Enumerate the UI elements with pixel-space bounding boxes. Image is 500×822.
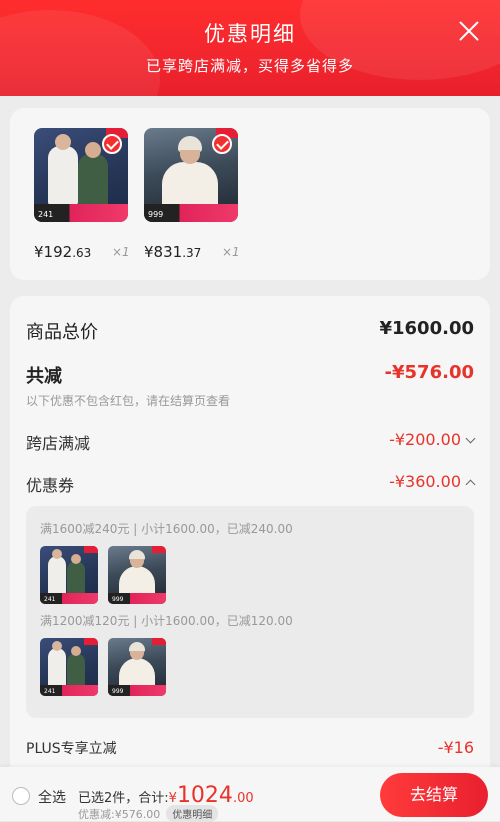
discount-summary-card: 商品总价 ¥1600.00 共减 -¥576.00 以下优惠不包含红包，请在结算…: [10, 296, 490, 816]
product-image-1[interactable]: 241: [34, 128, 128, 222]
promo-tag: [84, 546, 98, 553]
coupon-1-product-2: 999: [108, 546, 166, 604]
plus-label: PLUS专享立减: [26, 741, 117, 757]
checkout-bar: 全选 已选2件，合计:¥1024.00 优惠减:¥576.00 优惠明细 去结算: [0, 767, 500, 822]
product-image-2[interactable]: 999: [144, 128, 238, 222]
coupon-1-product-1: 241: [40, 546, 98, 604]
chevron-up-icon: [465, 479, 476, 490]
product-price-2: ¥831.37: [144, 243, 202, 261]
coupon-2-product-2: 999: [108, 638, 166, 696]
product-price-1: ¥192.63: [34, 243, 92, 261]
coupon-label: 优惠券: [26, 476, 75, 495]
promo-tag: [84, 638, 98, 645]
discount-detail-pill[interactable]: 优惠明细: [166, 805, 219, 822]
thumb-price: 241: [38, 210, 54, 219]
check-icon[interactable]: [212, 134, 232, 154]
reduce-label: 共减: [26, 366, 62, 387]
coupon-2-product-1: 241: [40, 638, 98, 696]
page-title: 优惠明细: [204, 22, 296, 46]
plus-value: -¥16: [437, 738, 474, 757]
savings-info: 优惠减:¥576.00 优惠明细: [78, 805, 219, 822]
thumb-price: 241: [44, 688, 56, 695]
thumb-price: 999: [148, 210, 164, 219]
total-label: 商品总价: [26, 322, 98, 343]
page-subtitle: 已享跨店满减，买得多省得多: [145, 57, 354, 75]
coupon-value: -¥360.00: [389, 472, 461, 491]
coupon-detail-box: 满1600减240元 | 小计1600.00，已减240.00 241 999 …: [26, 506, 474, 718]
header: 优惠明细 已享跨店满减，买得多省得多: [0, 0, 500, 96]
product-qty-1: ×1: [112, 245, 130, 259]
checkout-button[interactable]: 去结算: [380, 773, 488, 817]
cross-store-value: -¥200.00: [389, 430, 461, 449]
thumb-price: 241: [44, 596, 56, 603]
close-icon[interactable]: [458, 20, 480, 42]
thumb-price: 999: [112, 596, 124, 603]
coupon-desc-2: 满1200减120元 | 小计1600.00，已减120.00: [40, 614, 293, 628]
promo-tag: [152, 638, 166, 645]
coupon-row[interactable]: -¥360.00: [389, 472, 476, 491]
total-price: ¥1024.00: [168, 783, 254, 808]
selected-count: 已选2件，合计:: [78, 791, 169, 806]
reduce-value: -¥576.00: [384, 362, 474, 383]
reduce-note: 以下优惠不包含红包，请在结算页查看: [26, 394, 231, 408]
select-all-radio[interactable]: [12, 787, 30, 805]
products-card: 241 999 ¥192.63 ×1 ¥831.37 ×1: [10, 108, 490, 280]
cross-store-label: 跨店满减: [26, 434, 91, 453]
check-icon[interactable]: [102, 134, 122, 154]
chevron-down-icon: [465, 433, 476, 444]
thumb-price: 999: [112, 688, 124, 695]
select-all-label[interactable]: 全选: [38, 787, 66, 807]
coupon-desc-1: 满1600减240元 | 小计1600.00，已减240.00: [40, 522, 293, 536]
savings-amount: 优惠减:¥576.00: [78, 808, 161, 821]
cross-store-row[interactable]: -¥200.00: [389, 430, 476, 449]
product-qty-2: ×1: [222, 245, 240, 259]
total-value: ¥1600.00: [379, 318, 474, 339]
promo-tag: [152, 546, 166, 553]
